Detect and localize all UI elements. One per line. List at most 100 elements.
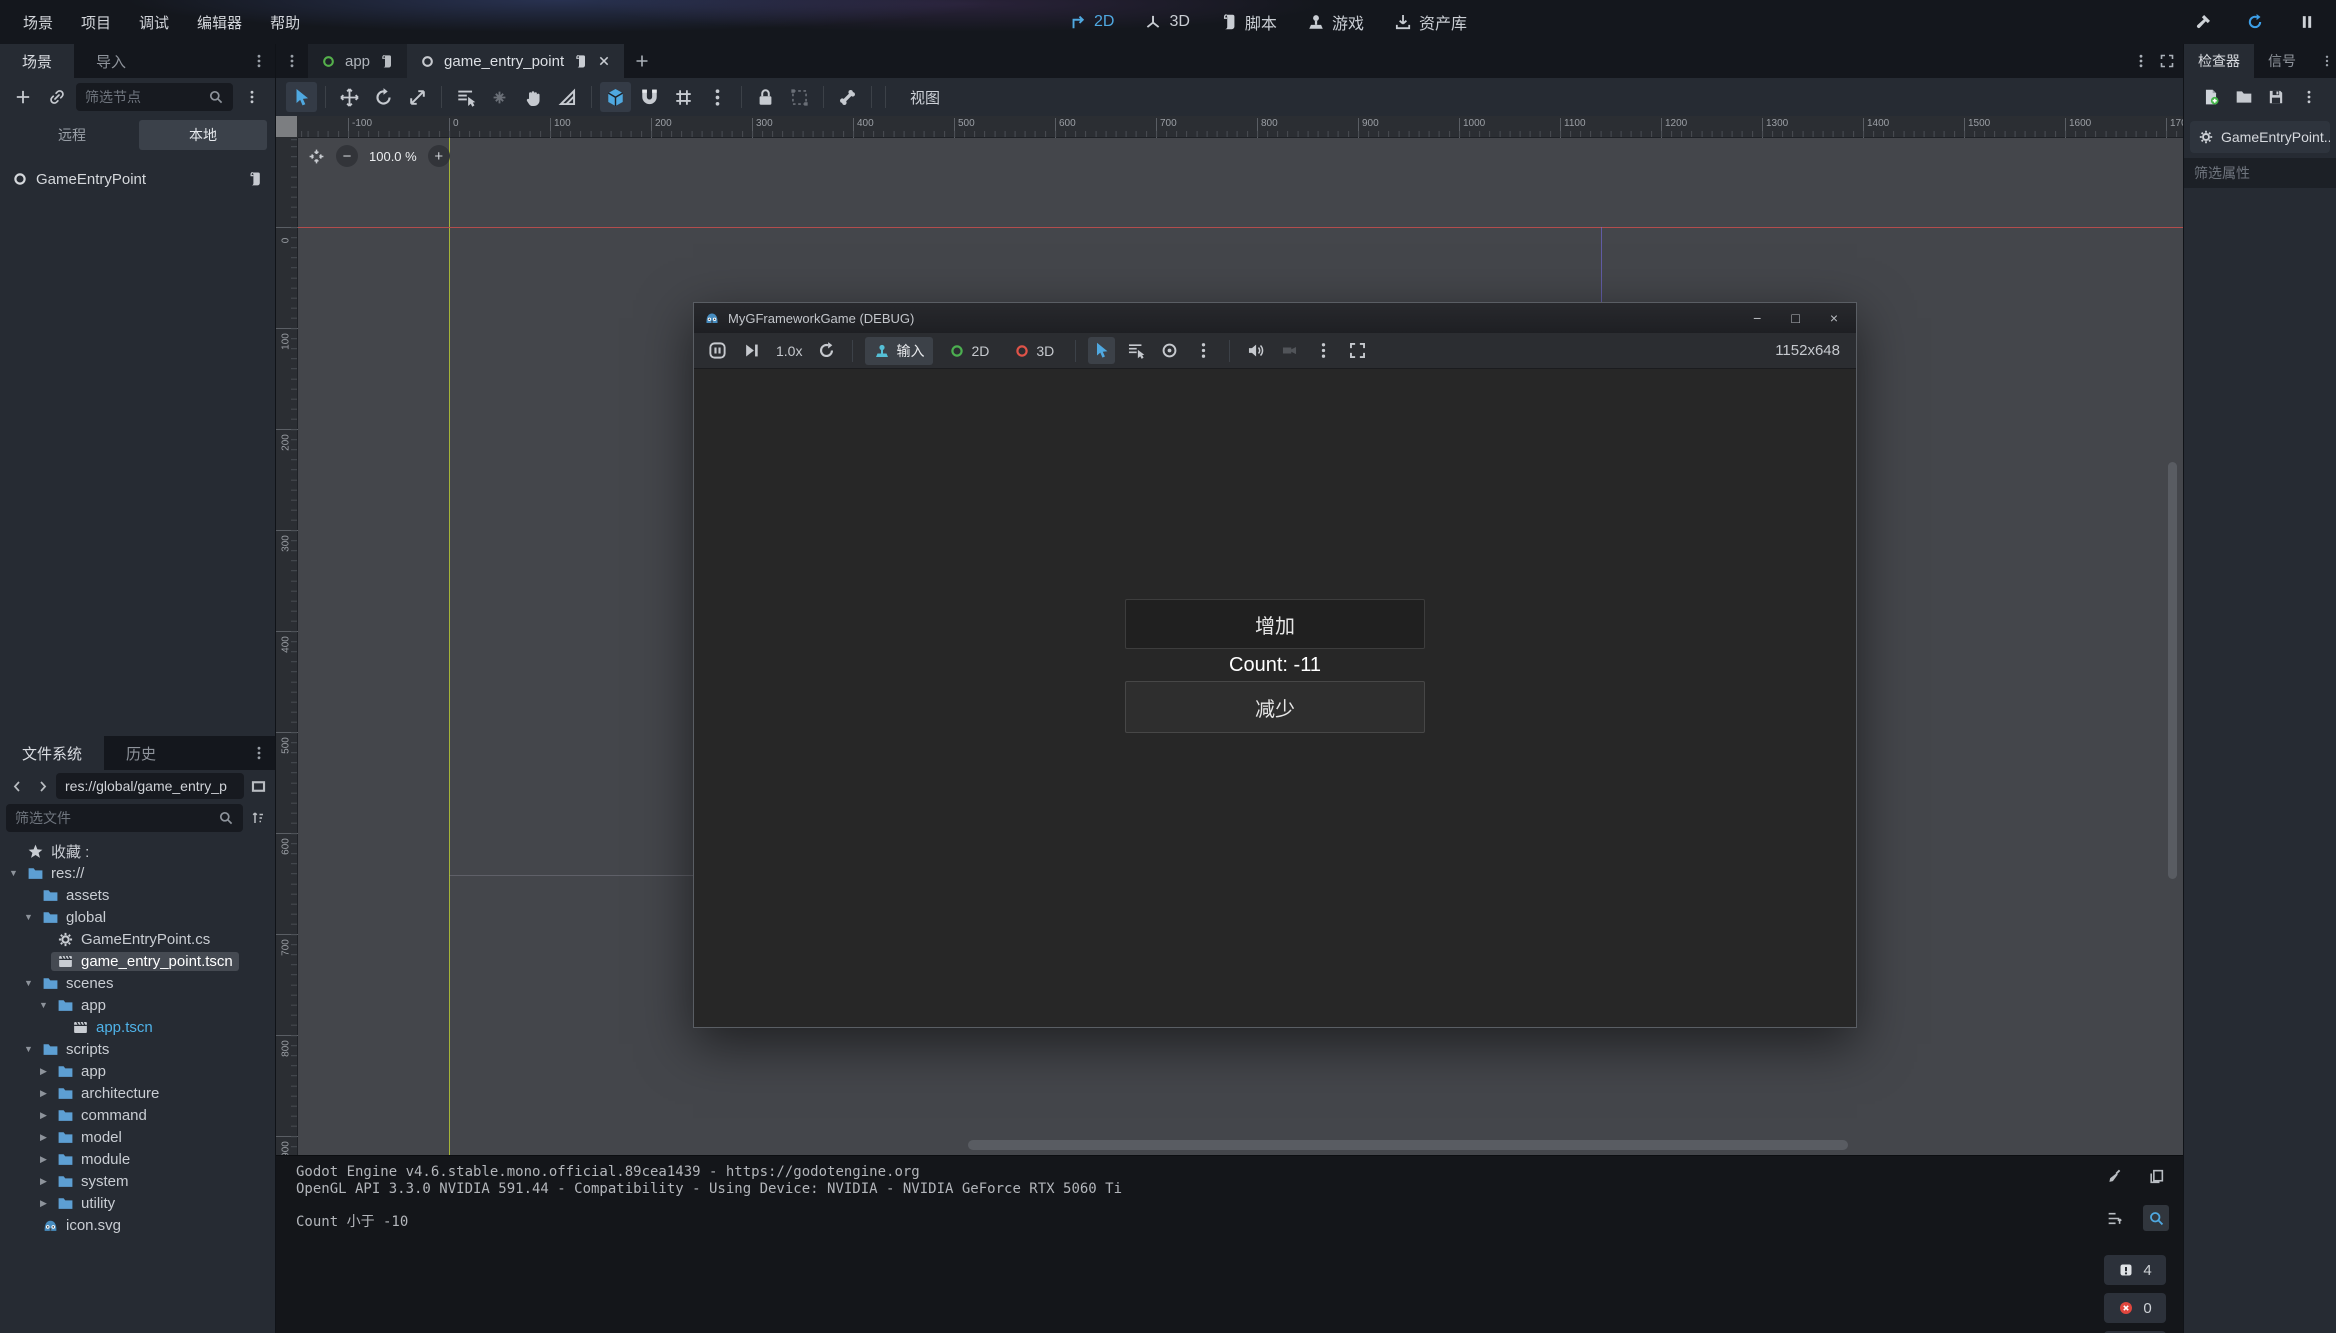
- move-tool[interactable]: [334, 82, 365, 112]
- grid-snap-toggle[interactable]: [634, 82, 665, 112]
- file-tree-row[interactable]: ▶model: [0, 1126, 275, 1148]
- increase-button[interactable]: 增加: [1125, 599, 1425, 649]
- lock-button[interactable]: [750, 82, 781, 112]
- tab-scene[interactable]: 场景: [0, 44, 74, 78]
- camera-override-button[interactable]: [1276, 337, 1303, 364]
- next-frame-button[interactable]: [738, 337, 765, 364]
- current-path[interactable]: res://global/game_entry_p: [56, 773, 244, 799]
- local-button[interactable]: 本地: [139, 120, 267, 150]
- workspace-3d[interactable]: 3D: [1144, 13, 1189, 31]
- embed-mode-button[interactable]: [1344, 337, 1371, 364]
- center-view-icon[interactable]: [308, 148, 325, 165]
- camera-options-menu[interactable]: [1310, 337, 1337, 364]
- pause-game-button[interactable]: [704, 337, 731, 364]
- file-tree-row[interactable]: ▼global: [0, 906, 275, 928]
- file-tree-row[interactable]: ▶module: [0, 1148, 275, 1170]
- workspace-assetlib[interactable]: 资产库: [1394, 10, 1467, 34]
- workspace-game[interactable]: 游戏: [1307, 10, 1364, 34]
- node-select-button[interactable]: [1122, 337, 1149, 364]
- vertical-scrollbar[interactable]: [2168, 462, 2177, 879]
- tab-signals[interactable]: 信号: [2254, 44, 2310, 78]
- collapse-messages-button[interactable]: [2101, 1205, 2127, 1231]
- toggle-split-mode-button[interactable]: [247, 775, 269, 797]
- file-tree-row[interactable]: game_entry_point.tscn: [0, 950, 275, 972]
- inspector-dock-menu[interactable]: [2312, 44, 2336, 78]
- file-tree-row[interactable]: ▼res://: [0, 862, 275, 884]
- file-tree-row[interactable]: ▼scripts: [0, 1038, 275, 1060]
- file-tree-row[interactable]: icon.svg: [0, 1214, 275, 1236]
- load-resource-button[interactable]: [2229, 82, 2259, 112]
- camera-3d-button[interactable]: 3D: [1005, 339, 1063, 363]
- chevron-right-icon[interactable]: ▶: [36, 1132, 51, 1143]
- file-tree-row[interactable]: ▼scenes: [0, 972, 275, 994]
- chevron-right-icon[interactable]: ▶: [36, 1198, 51, 1209]
- game-window-titlebar[interactable]: MyGFrameworkGame (DEBUG) − □ ×: [694, 303, 1856, 333]
- remote-button[interactable]: 远程: [8, 120, 136, 150]
- build-button[interactable]: [2188, 7, 2218, 37]
- ruler-tool[interactable]: [552, 82, 583, 112]
- menu-item-3[interactable]: 编辑器: [184, 7, 255, 38]
- edited-resource-row[interactable]: GameEntryPoint...: [2190, 121, 2330, 153]
- input-mode-button[interactable]: 输入: [865, 337, 933, 365]
- script-icon[interactable]: [247, 171, 263, 187]
- expand-viewport-icon[interactable]: [2159, 53, 2175, 69]
- canvas-2d[interactable]: − 100.0 % + MyGFrameworkGame (DEBUG) − □…: [298, 138, 2183, 1155]
- errors-badge[interactable]: 0: [2104, 1293, 2166, 1323]
- horizontal-scrollbar[interactable]: [968, 1140, 1848, 1150]
- menu-item-1[interactable]: 项目: [68, 7, 124, 38]
- instance-scene-button[interactable]: [42, 82, 72, 112]
- file-tree-row[interactable]: 收藏 :: [0, 840, 275, 862]
- file-tree-row[interactable]: ▶app: [0, 1060, 275, 1082]
- file-tree-row[interactable]: ▶architecture: [0, 1082, 275, 1104]
- position-tool[interactable]: [484, 82, 515, 112]
- chevron-down-icon[interactable]: ▼: [21, 978, 36, 988]
- workspace-2d[interactable]: 2D: [1069, 13, 1114, 31]
- file-tree-row[interactable]: ▶system: [0, 1170, 275, 1192]
- scene-tab-list-menu[interactable]: [276, 44, 308, 78]
- menu-item-0[interactable]: 场景: [10, 7, 66, 38]
- messages-badge[interactable]: 4: [2104, 1255, 2166, 1285]
- scale-tool[interactable]: [402, 82, 433, 112]
- menu-item-2[interactable]: 调试: [126, 7, 182, 38]
- chevron-right-icon[interactable]: ▶: [36, 1154, 51, 1165]
- new-resource-button[interactable]: [2196, 82, 2226, 112]
- decrease-button[interactable]: 减少: [1125, 681, 1425, 733]
- file-tree-row[interactable]: ▶utility: [0, 1192, 275, 1214]
- pan-tool[interactable]: [518, 82, 549, 112]
- zoom-in-button[interactable]: +: [428, 145, 450, 167]
- copy-output-button[interactable]: [2143, 1163, 2169, 1189]
- maximize-button[interactable]: □: [1791, 310, 1799, 326]
- chevron-right-icon[interactable]: ▶: [36, 1088, 51, 1099]
- chevron-right-icon[interactable]: ▶: [36, 1176, 51, 1187]
- group-button[interactable]: [784, 82, 815, 112]
- file-tree-row[interactable]: assets: [0, 884, 275, 906]
- pause-button[interactable]: [2292, 7, 2322, 37]
- filesystem-menu[interactable]: [243, 736, 275, 770]
- close-button[interactable]: ×: [1830, 310, 1838, 326]
- chevron-down-icon[interactable]: ▼: [6, 868, 21, 878]
- minimize-button[interactable]: −: [1753, 310, 1761, 326]
- reset-button[interactable]: [813, 337, 840, 364]
- smart-snap-toggle[interactable]: [600, 82, 631, 112]
- grid-toggle[interactable]: [668, 82, 699, 112]
- workspace-script[interactable]: 脚本: [1220, 10, 1277, 34]
- camera-2d-button[interactable]: 2D: [940, 339, 998, 363]
- clear-output-button[interactable]: [2101, 1163, 2127, 1189]
- scene-tree-options-menu[interactable]: [237, 82, 267, 112]
- file-tree-row[interactable]: GameEntryPoint.cs: [0, 928, 275, 950]
- filter-nodes-input[interactable]: [85, 89, 202, 105]
- select-mode-button[interactable]: [1088, 337, 1115, 364]
- restart-button[interactable]: [2240, 7, 2270, 37]
- chevron-down-icon[interactable]: ▼: [21, 1044, 36, 1054]
- chevron-down-icon[interactable]: ▼: [21, 912, 36, 922]
- tab-filesystem[interactable]: 文件系统: [0, 736, 104, 770]
- rotate-tool[interactable]: [368, 82, 399, 112]
- select-tool[interactable]: [286, 82, 317, 112]
- scene-dock-menu[interactable]: [243, 44, 275, 78]
- file-tree-row[interactable]: ▶command: [0, 1104, 275, 1126]
- chevron-down-icon[interactable]: ▼: [36, 1000, 51, 1010]
- scene-tab-options-menu[interactable]: [2133, 53, 2149, 69]
- chevron-right-icon[interactable]: ▶: [36, 1066, 51, 1077]
- tab-inspector[interactable]: 检查器: [2184, 44, 2254, 78]
- file-tree-row[interactable]: app.tscn: [0, 1016, 275, 1038]
